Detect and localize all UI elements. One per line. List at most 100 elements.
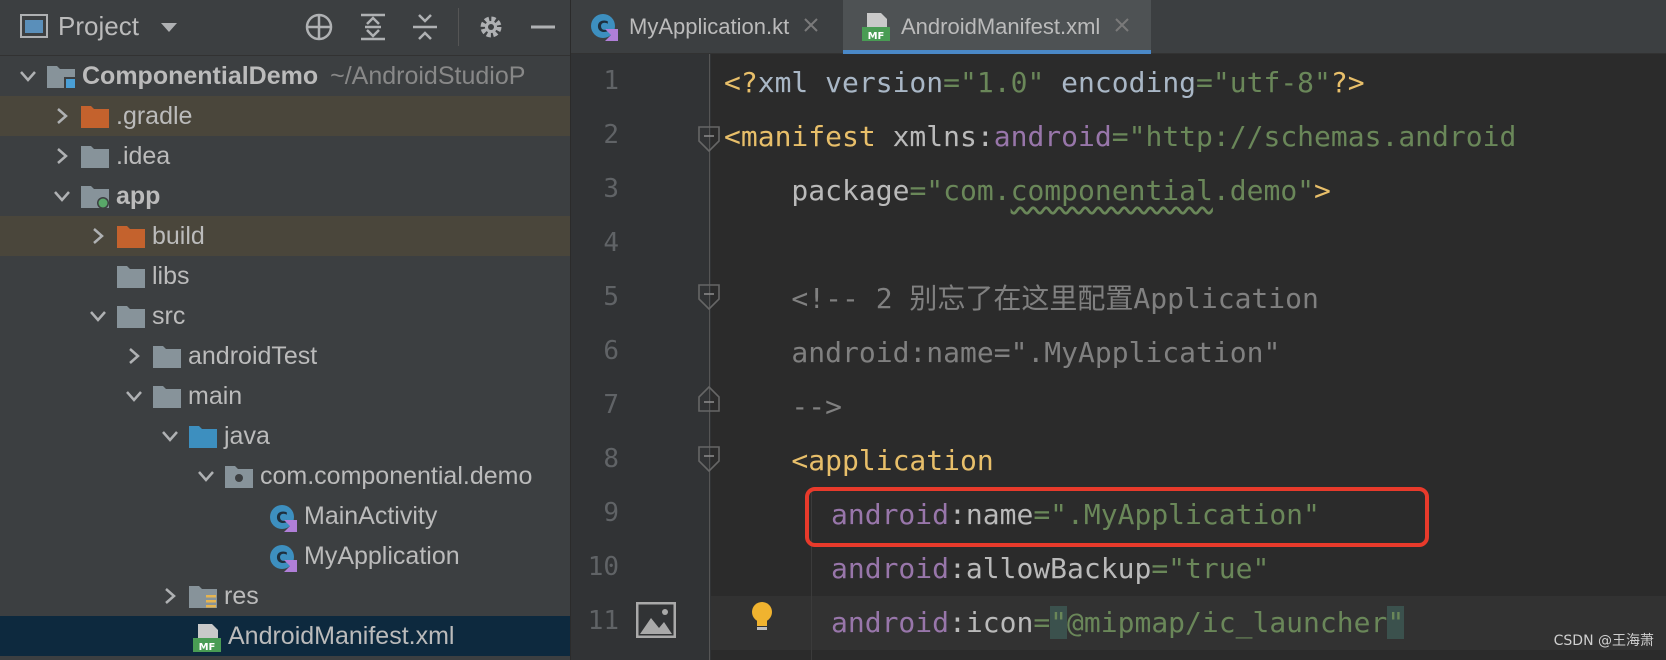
tree-item-res[interactable]: res (0, 576, 570, 616)
chevron-down-icon[interactable] (196, 466, 216, 486)
tree-item-main[interactable]: main (0, 376, 570, 416)
chevron-down-icon[interactable] (88, 306, 108, 326)
gear-icon[interactable] (474, 10, 508, 44)
code-line-8[interactable]: <application (724, 434, 994, 488)
collapse-all-icon[interactable] (408, 10, 442, 44)
chevron-right-icon[interactable] (52, 146, 72, 166)
tab-androidmanifest-xml[interactable]: MF AndroidManifest.xml (843, 0, 1151, 54)
locate-icon[interactable] (302, 10, 336, 44)
line-number[interactable]: 11 (571, 606, 619, 636)
annotation-highlight-box (805, 487, 1429, 547)
project-window-icon[interactable] (20, 14, 48, 38)
code-token: :icon (949, 606, 1034, 639)
resource-folder-icon (188, 583, 218, 609)
code-line-3[interactable]: package="com.componential.demo"> (724, 164, 1331, 218)
chevron-down-icon[interactable] (52, 186, 72, 206)
line-number[interactable]: 8 (571, 444, 619, 474)
manifest-icon: MF (192, 623, 222, 653)
tree-item-label: res (224, 582, 259, 610)
code-token: > (1314, 174, 1331, 207)
tree-item-label: libs (152, 262, 190, 290)
folder-icon (116, 223, 146, 249)
code-token: package (724, 174, 910, 207)
folder-icon (80, 143, 110, 169)
manifest-icon: MF (861, 12, 891, 42)
tree-item-androidmanifest[interactable]: MF AndroidManifest.xml (0, 616, 570, 656)
line-number[interactable]: 6 (571, 336, 619, 366)
chevron-right-icon[interactable] (88, 226, 108, 246)
code-token: @mipmap/ic_launcher (1067, 606, 1388, 639)
code-token: "http://schemas.android (1128, 120, 1517, 153)
code-line-5[interactable]: <!-- 2 别忘了在这里配置Application (724, 272, 1318, 326)
fold-end-icon[interactable] (698, 386, 720, 412)
tree-item-gradle[interactable]: .gradle (0, 96, 570, 136)
code-token: <manifest (724, 120, 893, 153)
tree-item-app[interactable]: app (0, 176, 570, 216)
package-icon (224, 463, 254, 489)
svg-text:C: C (597, 17, 609, 36)
tree-item-idea[interactable]: .idea (0, 136, 570, 176)
line-number[interactable]: 5 (571, 282, 619, 312)
project-view-title[interactable]: Project (58, 10, 139, 42)
code-token: "utf-8" (1212, 66, 1331, 99)
project-panel: Project ComponentialDemo ~/AndroidStudio… (0, 0, 570, 660)
code-line-6[interactable]: android:name=".MyApplication" (724, 326, 1280, 380)
tree-item-myapplication[interactable]: C MyApplication (0, 536, 570, 576)
tree-item-libs[interactable]: libs (0, 256, 570, 296)
close-icon[interactable] (803, 17, 819, 38)
close-icon[interactable] (1114, 17, 1130, 38)
chevron-right-icon[interactable] (160, 586, 180, 606)
line-number[interactable]: 4 (571, 228, 619, 258)
chevron-right-icon[interactable] (52, 106, 72, 126)
code-line-7[interactable]: --> (724, 380, 842, 434)
chevron-down-icon[interactable] (124, 386, 144, 406)
code-token: = (1151, 552, 1169, 585)
fold-marker-icon[interactable] (698, 284, 720, 310)
watermark: CSDN @王海萧 (1553, 633, 1654, 649)
folder-icon (116, 303, 146, 329)
code-token: :allowBackup (949, 552, 1152, 585)
line-number[interactable]: 3 (571, 174, 619, 204)
kotlin-class-icon: C (589, 12, 619, 42)
fold-marker-icon[interactable] (698, 446, 720, 472)
tree-item-package[interactable]: com.componential.demo (0, 456, 570, 496)
code-token: ?> (1330, 66, 1365, 99)
code-token: = (909, 174, 927, 207)
chevron-right-icon[interactable] (124, 346, 144, 366)
line-number[interactable]: 1 (571, 66, 619, 96)
tree-item-label: MyApplication (304, 542, 460, 570)
code-line-1[interactable]: <?xml version="1.0" encoding="utf-8"?> (724, 56, 1365, 110)
line-number[interactable]: 9 (571, 498, 619, 528)
lightbulb-icon[interactable] (749, 600, 775, 632)
tree-item-componentialdemo[interactable]: ComponentialDemo ~/AndroidStudioP (0, 56, 570, 96)
tree-item-src[interactable]: src (0, 296, 570, 336)
line-number[interactable]: 10 (571, 552, 619, 582)
chevron-down-icon[interactable] (160, 426, 180, 446)
line-number[interactable]: 2 (571, 120, 619, 150)
chevron-down-icon[interactable] (18, 66, 38, 86)
code-line-11[interactable]: android:icon="@mipmap/ic_launcher" (831, 596, 1405, 650)
code-line-2[interactable]: <manifest xmlns:android="http://schemas.… (724, 110, 1516, 164)
folder-icon (116, 263, 146, 289)
folder-icon (152, 343, 182, 369)
folder-icon (80, 103, 110, 129)
fold-marker-icon[interactable] (698, 126, 720, 152)
code-token: <application (724, 444, 994, 477)
expand-all-icon[interactable] (356, 10, 390, 44)
tree-item-java[interactable]: java (0, 416, 570, 456)
tree-item-label: ComponentialDemo (82, 62, 319, 90)
tree-item-mainactivity[interactable]: C MainActivity (0, 496, 570, 536)
tree-item-androidtest[interactable]: androidTest (0, 336, 570, 376)
svg-text:MF: MF (868, 31, 885, 42)
image-preview-icon[interactable] (636, 602, 676, 638)
minimize-icon[interactable] (526, 10, 560, 44)
line-number[interactable]: 7 (571, 390, 619, 420)
project-path: ~/AndroidStudioP (330, 62, 526, 90)
code-line-10[interactable]: android:allowBackup="true" (831, 542, 1269, 596)
tab-label: MyApplication.kt (629, 14, 790, 39)
tree-item-build[interactable]: build (0, 216, 570, 256)
chevron-down-icon[interactable] (160, 22, 178, 34)
tab-myapplication-kt[interactable]: C MyApplication.kt (571, 0, 831, 54)
svg-text:C: C (276, 508, 288, 527)
editor-area: C MyApplication.kt MF AndroidManifest.xm… (571, 0, 1666, 660)
